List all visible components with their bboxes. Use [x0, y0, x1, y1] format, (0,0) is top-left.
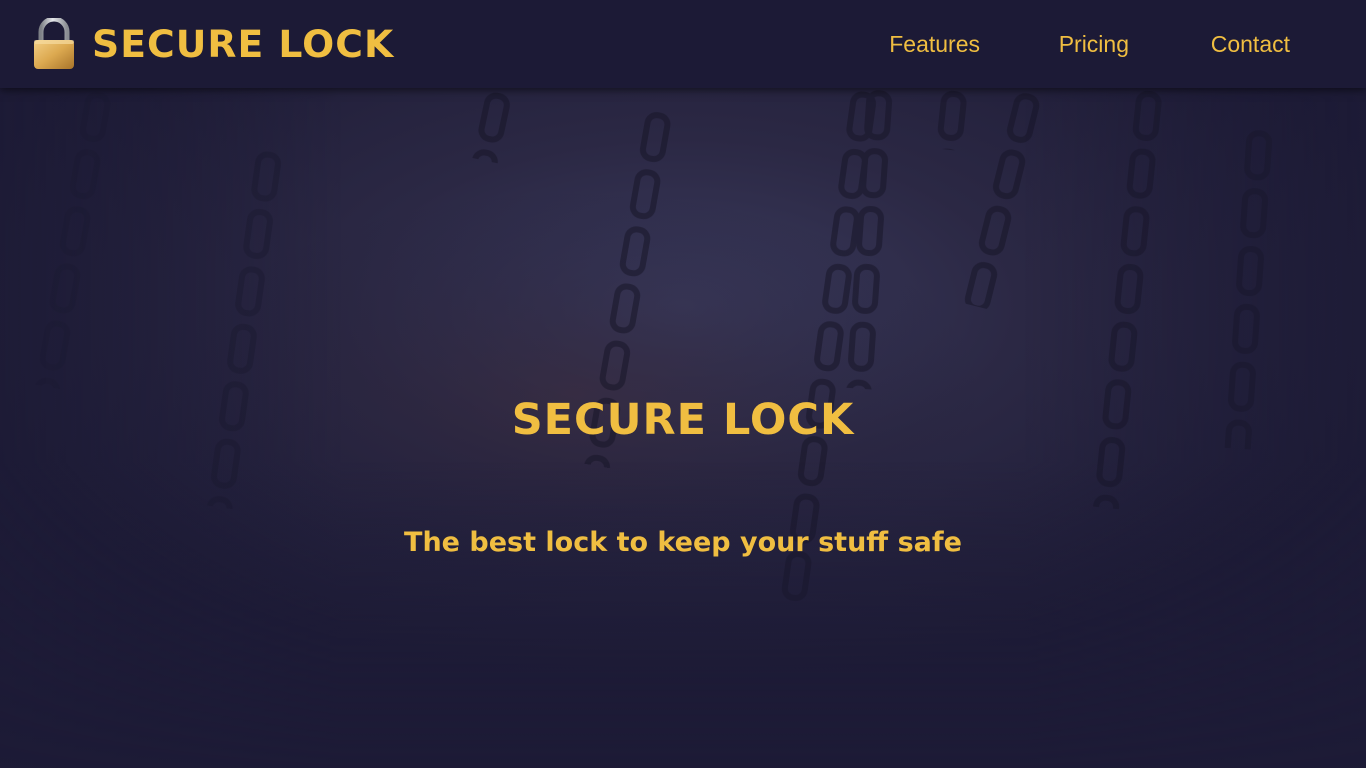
padlock-icon: [34, 18, 74, 69]
brand-logo-link[interactable]: SECURE LOCK: [32, 17, 393, 71]
hero-subtitle: The best lock to keep your stuff safe: [404, 527, 962, 558]
navbar: SECURE LOCK Features Pricing Contact: [0, 0, 1366, 88]
hero-section: SECURE LOCK The best lock to keep your s…: [0, 88, 1366, 768]
landing-page: SECURE LOCK Features Pricing Contact SEC…: [0, 0, 1366, 768]
hero-title: SECURE LOCK: [511, 395, 855, 445]
nav-link-features[interactable]: Features: [889, 30, 980, 58]
nav-link-pricing[interactable]: Pricing: [1059, 30, 1129, 58]
nav-link-contact[interactable]: Contact: [1211, 30, 1290, 58]
brand-name: SECURE LOCK: [92, 22, 395, 66]
